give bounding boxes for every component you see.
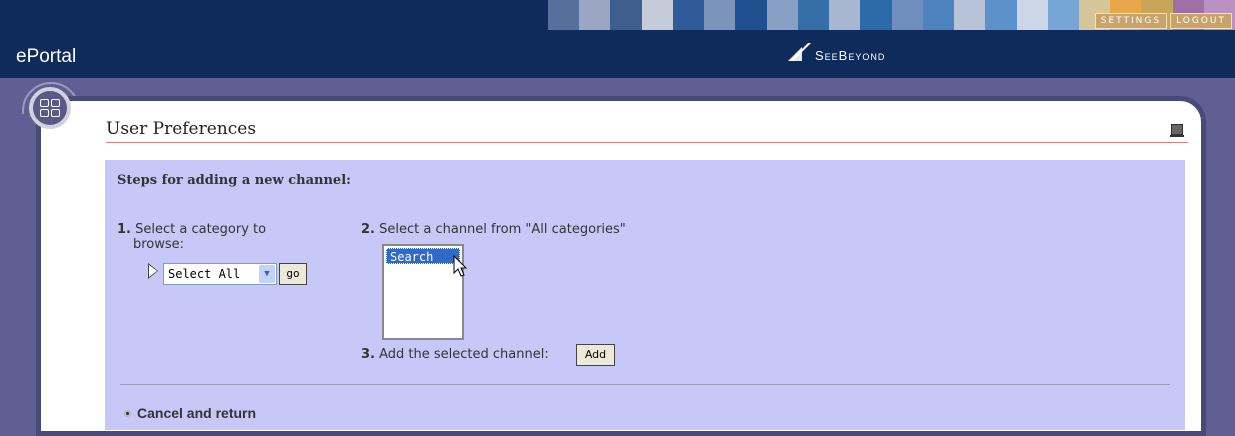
color-strip-segment xyxy=(641,0,673,30)
settings-link[interactable]: SETTINGS xyxy=(1094,13,1168,29)
brand-text: SeeBeyond xyxy=(815,47,886,63)
cancel-link[interactable]: Cancel and return xyxy=(124,405,256,421)
step2-label: 2. Select a channel from "All categories… xyxy=(361,222,626,237)
color-strip-segment xyxy=(735,0,767,30)
step2-number: 2. xyxy=(361,222,375,237)
color-strip-segment xyxy=(672,0,705,30)
play-arrow-icon-fill xyxy=(149,265,157,277)
color-strip-segment xyxy=(985,0,1017,30)
list-item[interactable]: Search xyxy=(386,248,460,264)
color-strip-segment xyxy=(860,0,892,30)
header-bar: SETTINGS LOGOUT ePortal SeeBeyond xyxy=(0,0,1235,78)
color-strip-segment xyxy=(1047,0,1079,30)
portal-menu-icon[interactable] xyxy=(29,87,71,129)
minimize-icon[interactable] xyxy=(1170,124,1184,137)
step1-text: Select a category to xyxy=(135,222,267,237)
step1-number: 1. xyxy=(117,222,131,237)
step1-label: 1. Select a category to browse: xyxy=(117,222,266,252)
step1-text-cont: browse: xyxy=(133,237,185,252)
bullet-icon xyxy=(124,409,131,417)
color-strip-segment xyxy=(548,0,580,30)
color-strip-segment xyxy=(954,0,986,30)
color-strip-segment xyxy=(1016,0,1048,30)
go-button[interactable]: go xyxy=(279,263,307,285)
page-title: User Preferences xyxy=(106,119,257,139)
category-select[interactable]: Select All ▼ xyxy=(163,263,277,285)
steps-heading: Steps for adding a new channel: xyxy=(117,173,351,188)
color-strip-segment xyxy=(891,0,923,30)
steps-section xyxy=(105,160,1185,430)
title-divider xyxy=(106,142,1188,143)
color-strip-segment xyxy=(829,0,861,30)
color-strip-segment xyxy=(579,0,611,30)
mouse-cursor-icon xyxy=(453,255,468,277)
step3-number: 3. xyxy=(361,347,375,362)
channel-listbox[interactable]: Search xyxy=(382,244,464,340)
step3-label: 3. Add the selected channel: xyxy=(361,347,549,362)
color-strip-segment xyxy=(797,0,830,30)
chevron-down-icon[interactable]: ▼ xyxy=(259,265,275,283)
color-strip-segment xyxy=(766,0,798,30)
step2-text: Select a channel from "All categories" xyxy=(379,222,626,237)
color-strip-segment xyxy=(922,0,955,30)
section-divider xyxy=(120,384,1170,385)
category-select-value: Select All xyxy=(168,267,241,281)
color-strip-segment xyxy=(610,0,642,30)
top-links: SETTINGS LOGOUT xyxy=(1094,13,1232,29)
cancel-label[interactable]: Cancel and return xyxy=(137,405,256,421)
seebeyond-logo-icon xyxy=(788,43,811,61)
logout-link[interactable]: LOGOUT xyxy=(1170,13,1232,29)
color-strip-segment xyxy=(704,0,736,30)
step3-text: Add the selected channel: xyxy=(379,347,549,362)
add-button[interactable]: Add xyxy=(576,344,615,366)
app-title: ePortal xyxy=(16,46,77,67)
brand-logo: SeeBeyond xyxy=(788,41,885,63)
